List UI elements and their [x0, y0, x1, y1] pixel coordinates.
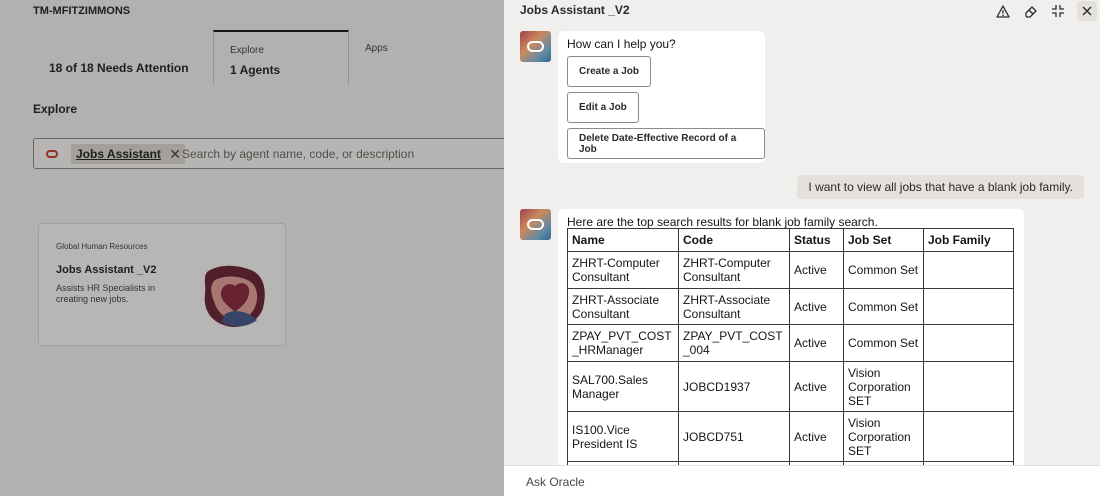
- chat-transcript[interactable]: How can I help you? Create a Job Edit a …: [504, 24, 1100, 465]
- cell-status: Active: [789, 324, 844, 362]
- cell-name: ZHRT-Computer Consultant: [567, 251, 679, 289]
- cell-code: ZHRT-Computer Consultant: [678, 251, 790, 289]
- cell-job-family: [923, 324, 1014, 362]
- modal-backdrop[interactable]: [0, 0, 504, 496]
- cell-job-family: [923, 251, 1014, 289]
- user-message: I want to view all jobs that have a blan…: [797, 175, 1084, 199]
- cell-status: Active: [789, 361, 844, 412]
- bot-message-greeting: How can I help you? Create a Job Edit a …: [558, 31, 765, 163]
- table-row: IS100.Vice President IS JOBCD751 Active …: [567, 411, 1014, 462]
- ask-oracle-placeholder: Ask Oracle: [526, 475, 585, 489]
- column-header-name: Name: [567, 228, 679, 252]
- cell-job-set: Common Set: [843, 288, 924, 325]
- column-header-job-set: Job Set: [843, 228, 924, 252]
- cell-name: ZPAY_PVT_COST_HRManager: [567, 324, 679, 362]
- chat-panel: Jobs Assistant _V2 How can I help you? C…: [504, 0, 1100, 496]
- bot-avatar: [520, 209, 551, 240]
- chat-panel-header: Jobs Assistant _V2: [504, 0, 1100, 22]
- cell-job-family: [923, 288, 1014, 325]
- cell-job-family: [923, 411, 1014, 462]
- table-row: ZPAY_PVT_COST_HRManager ZPAY_PVT_COST_00…: [567, 324, 1014, 362]
- cell-job-set: Vision Corporation SET: [843, 411, 924, 462]
- chat-panel-title: Jobs Assistant _V2: [520, 3, 630, 17]
- cell-name: SAL700.Sales Manager: [567, 361, 679, 412]
- warning-icon[interactable]: [993, 1, 1013, 21]
- table-row: SAL700.Sales Manager JOBCD1937 Active Vi…: [567, 361, 1014, 412]
- cell-name: IS100.Vice President IS: [567, 411, 679, 462]
- eraser-icon[interactable]: [1021, 1, 1041, 21]
- oracle-ring-icon: [527, 41, 544, 52]
- cell-job-family: [923, 361, 1014, 412]
- cell-status: Active: [789, 288, 844, 325]
- ask-oracle-input[interactable]: Ask Oracle: [504, 465, 1100, 496]
- cell-code: JOBCD1937: [678, 361, 790, 412]
- collapse-icon[interactable]: [1048, 1, 1068, 21]
- column-header-code: Code: [678, 228, 790, 252]
- cell-code: ZPAY_PVT_COST_004: [678, 324, 790, 362]
- cell-code: JOBCD751: [678, 411, 790, 462]
- column-header-status: Status: [789, 228, 844, 252]
- table-header-row: Name Code Status Job Set Job Family: [567, 228, 1014, 252]
- cell-job-set: Vision Corporation SET: [843, 361, 924, 412]
- cell-job-set: Common Set: [843, 324, 924, 362]
- delete-date-effective-record-button[interactable]: Delete Date-Effective Record of a Job: [567, 128, 765, 159]
- close-icon[interactable]: [1077, 1, 1097, 21]
- table-row: ZHRT-Computer Consultant ZHRT-Computer C…: [567, 251, 1014, 289]
- cell-status: Active: [789, 251, 844, 289]
- results-intro-text: Here are the top search results for blan…: [567, 215, 878, 229]
- cell-status: Active: [789, 411, 844, 462]
- cell-code: ZHRT-Associate Consultant: [678, 288, 790, 325]
- create-job-button[interactable]: Create a Job: [567, 56, 652, 87]
- edit-job-button[interactable]: Edit a Job: [567, 92, 639, 123]
- table-row: ZHRT-Associate Consultant ZHRT-Associate…: [567, 288, 1014, 325]
- results-table: Name Code Status Job Set Job Family ZHRT…: [567, 228, 1014, 465]
- oracle-ring-icon: [527, 219, 544, 230]
- cell-name: ZHRT-Associate Consultant: [567, 288, 679, 325]
- column-header-job-family: Job Family: [923, 228, 1014, 252]
- bot-avatar: [520, 31, 551, 62]
- bot-message-results: Here are the top search results for blan…: [558, 209, 1024, 465]
- greeting-text: How can I help you?: [567, 37, 676, 51]
- cell-job-set: Common Set: [843, 251, 924, 289]
